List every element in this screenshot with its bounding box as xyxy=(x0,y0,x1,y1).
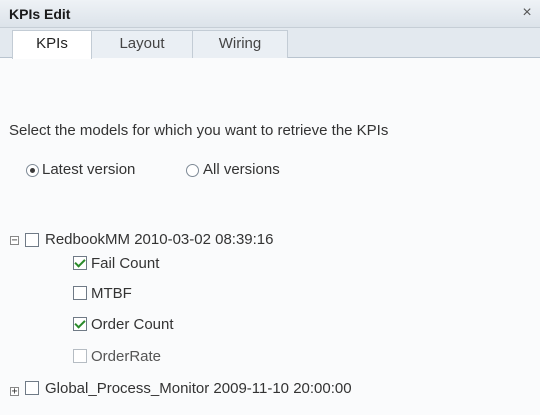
orderrate-label: OrderRate xyxy=(91,348,162,365)
latest-version-label[interactable]: Latest version xyxy=(42,161,135,178)
mtbf-label[interactable]: MTBF xyxy=(91,285,132,302)
collapse-icon[interactable]: − xyxy=(10,236,19,246)
kpis-edit-dialog: KPIs Edit × KPIs Layout Wiring Select th… xyxy=(0,0,540,415)
orderrate-checkbox xyxy=(73,349,87,363)
redbookmm-label[interactable]: RedbookMM 2010-03-02 08:39:16 xyxy=(45,231,274,248)
global-process-monitor-label[interactable]: Global_Process_Monitor 2009-11-10 20:00:… xyxy=(45,380,352,397)
fail-count-checkbox[interactable] xyxy=(73,256,87,270)
expand-icon[interactable]: + xyxy=(10,387,19,397)
redbookmm-checkbox[interactable] xyxy=(25,233,39,247)
tab-layout[interactable]: Layout xyxy=(91,30,193,58)
dialog-title: KPIs Edit xyxy=(9,6,71,22)
latest-version-radio[interactable] xyxy=(26,164,39,177)
tab-wiring[interactable]: Wiring xyxy=(192,30,288,58)
tab-kpis[interactable]: KPIs xyxy=(12,30,92,59)
all-versions-radio[interactable] xyxy=(186,164,199,177)
all-versions-label[interactable]: All versions xyxy=(203,161,280,178)
mtbf-checkbox[interactable] xyxy=(73,286,87,300)
global-process-monitor-checkbox[interactable] xyxy=(25,381,39,395)
order-count-checkbox[interactable] xyxy=(73,317,87,331)
dialog-titlebar[interactable]: KPIs Edit × xyxy=(0,0,540,28)
fail-count-label[interactable]: Fail Count xyxy=(91,255,159,272)
order-count-label[interactable]: Order Count xyxy=(91,316,174,333)
close-icon[interactable]: × xyxy=(518,3,536,23)
tab-bar: KPIs Layout Wiring xyxy=(0,28,540,59)
instruction-text: Select the models for which you want to … xyxy=(9,122,389,139)
